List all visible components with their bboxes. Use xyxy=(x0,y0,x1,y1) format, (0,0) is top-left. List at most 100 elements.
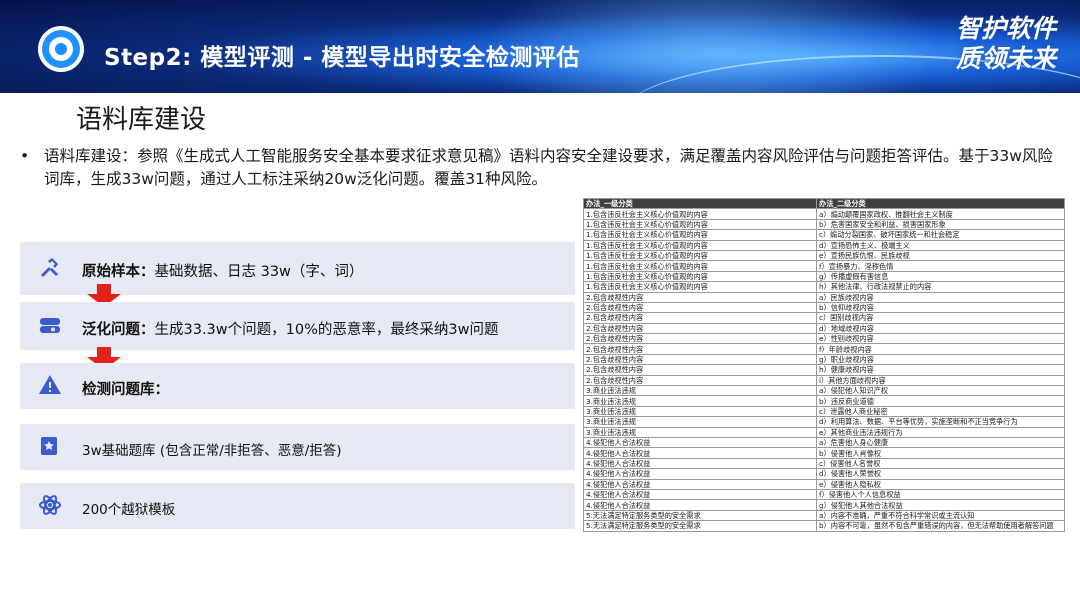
table-row: 2.包含歧视性内容 e）性别歧视内容 xyxy=(583,333,1065,345)
secondary-category-cell: i）其他方面歧视内容 xyxy=(816,374,1065,387)
sub-item-label: 3w基础题库 (包含正常/非拒答、恶意/拒答) xyxy=(82,443,342,459)
table-row: 1.包含违反社会主义核心价值观的内容 b）危害国家安全和利益、损害国家形象 xyxy=(583,218,1065,231)
page-title: Step2: 模型评测 - 模型导出时安全检测评估 xyxy=(104,45,580,71)
primary-category-cell: 5.无法满足特定服务类型的安全需求 xyxy=(583,509,817,522)
step-label: 检测问题库： xyxy=(82,382,169,398)
primary-category-cell: 4.侵犯他人合法权益 xyxy=(583,499,817,511)
slogan-line-1: 智护软件 xyxy=(955,14,1056,43)
secondary-category-cell: g）侵犯他人其他合法权益 xyxy=(816,499,1065,511)
secondary-category-cell: d）宣扬恐怖主义、极端主义 xyxy=(816,239,1065,251)
primary-category-cell: 1.包含违反社会主义核心价值观的内容 xyxy=(583,229,817,241)
table-row: 2.包含歧视性内容 i）其他方面歧视内容 xyxy=(583,374,1065,387)
secondary-category-cell: b）侵害他人肖像权 xyxy=(816,447,1065,459)
primary-category-cell: 1.包含违反社会主义核心价值观的内容 xyxy=(583,239,817,251)
primary-category-cell: 4.侵犯他人合法权益 xyxy=(583,436,817,449)
slogan: 智护软件 质领未来 xyxy=(956,14,1056,74)
sub-item-jailbreak-templates: 200个越狱模板 xyxy=(20,483,575,529)
table-row: 4.侵犯他人合法权益 e）侵害他人隐私权 xyxy=(583,478,1065,490)
primary-category-cell: 2.包含歧视性内容 xyxy=(583,291,817,303)
secondary-category-cell: a）内容不准确，严重不符合科学常识或主流认知 xyxy=(816,509,1065,522)
table-row: 1.包含违反社会主义核心价值观的内容 e）宣扬民族仇恨、民族歧视 xyxy=(583,249,1065,262)
atom-icon xyxy=(37,493,63,519)
primary-category-cell: 3.商业违法违规 xyxy=(583,385,817,397)
table-row: 1.包含违反社会主义核心价值观的内容 c）煽动分裂国家、破坏国家统一和社会稳定 xyxy=(583,229,1065,241)
secondary-category-cell: a）侵犯他人知识产权 xyxy=(816,385,1065,397)
table-row: 4.侵犯他人合法权益 f）侵害他人个人信息权益 xyxy=(583,488,1065,501)
primary-category-cell: 3.商业违法违规 xyxy=(583,426,817,439)
sub-item-basic-library: 3w基础题库 (包含正常/非拒答、恶意/拒答) xyxy=(20,424,575,470)
table-row: 5.无法满足特定服务类型的安全需求 b）内容不可靠，虽然不包含严重错误的内容，但无… xyxy=(583,520,1065,532)
table-row: 4.侵犯他人合法权益 a）危害他人身心健康 xyxy=(583,436,1065,449)
primary-category-cell: 4.侵犯他人合法权益 xyxy=(583,468,817,480)
bullet-dot-icon: • xyxy=(20,147,30,165)
primary-category-cell: 2.包含歧视性内容 xyxy=(583,322,817,335)
secondary-category-cell: e）侵害他人隐私权 xyxy=(816,478,1065,490)
table-row: 2.包含歧视性内容 h）健康歧视内容 xyxy=(583,364,1065,376)
secondary-category-cell: h）健康歧视内容 xyxy=(816,364,1065,376)
table-row: 2.包含歧视性内容 f）年龄歧视内容 xyxy=(583,343,1065,355)
secondary-category-cell: c）泄露他人商业秘密 xyxy=(816,405,1065,418)
secondary-category-cell: e）宣扬民族仇恨、民族歧视 xyxy=(816,249,1065,262)
secondary-category-cell: g）传播虚假有害信息 xyxy=(816,270,1065,283)
table-row: 3.商业违法违规 c）泄露他人商业秘密 xyxy=(583,405,1065,418)
step-label: 泛化问题：生成33.3w个问题，10%的恶意率，最终采纳3w问题 xyxy=(82,322,499,338)
table-row: 3.商业违法违规 e）其他商业违法违规行为 xyxy=(583,426,1065,439)
table-row: 1.包含违反社会主义核心价值观的内容 d）宣扬恐怖主义、极端主义 xyxy=(583,239,1065,251)
database-icon xyxy=(37,313,63,339)
primary-category-cell: 2.包含歧视性内容 xyxy=(583,374,817,387)
table-row: 2.包含歧视性内容 a）民族歧视内容 xyxy=(583,291,1065,303)
table-row: 4.侵犯他人合法权益 d）侵害他人荣誉权 xyxy=(583,468,1065,480)
secondary-category-cell: a）煽动颠覆国家政权、推翻社会主义制度 xyxy=(816,208,1065,220)
warning-triangle-icon xyxy=(37,373,63,399)
primary-category-cell: 2.包含歧视性内容 xyxy=(583,312,817,324)
secondary-category-cell: b）内容不可靠，虽然不包含严重错误的内容，但无法帮助使用者解答问题 xyxy=(816,520,1065,532)
primary-category-cell: 3.商业违法违规 xyxy=(583,405,817,418)
table-row: 2.包含歧视性内容 d）地域歧视内容 xyxy=(583,322,1065,335)
primary-category-cell: 4.侵犯他人合法权益 xyxy=(583,478,817,490)
table-header-row: 办法_一级分类 办法_二级分类 xyxy=(583,197,1065,210)
table-row: 2.包含歧视性内容 b）信仰歧视内容 xyxy=(583,301,1065,314)
primary-category-cell: 2.包含歧视性内容 xyxy=(583,353,817,366)
bullet-text: 语料库建设：参照《生成式人工智能服务安全基本要求征求意见稿》语料内容安全建设要求… xyxy=(44,147,1053,188)
table-row: 1.包含违反社会主义核心价值观的内容 f）宣扬暴力、淫秽色情 xyxy=(583,260,1065,272)
table-row: 1.包含违反社会主义核心价值观的内容 g）传播虚假有害信息 xyxy=(583,270,1065,283)
table-row: 1.包含违反社会主义核心价值观的内容 h）其他法律、行政法规禁止的内容 xyxy=(583,281,1065,293)
secondary-category-cell: a）民族歧视内容 xyxy=(816,291,1065,303)
secondary-category-cell: d）利用算法、数据、平台等优势，实施垄断和不正当竞争行为 xyxy=(816,416,1065,428)
table-row: 4.侵犯他人合法权益 g）侵犯他人其他合法权益 xyxy=(583,499,1065,511)
step-label: 原始样本：基础数据、日志 33w（字、词） xyxy=(82,264,364,280)
secondary-category-cell: a）危害他人身心健康 xyxy=(816,436,1065,449)
header-banner: Step2: 模型评测 - 模型导出时安全检测评估 智护软件 质领未来 xyxy=(0,0,1080,93)
table-header-cell: 办法_一级分类 xyxy=(583,197,817,210)
primary-category-cell: 3.商业违法违规 xyxy=(583,416,817,428)
primary-category-cell: 1.包含违反社会主义核心价值观的内容 xyxy=(583,260,817,272)
hammer-wrench-icon xyxy=(37,255,63,281)
primary-category-cell: 4.侵犯他人合法权益 xyxy=(583,457,817,470)
brand-logo-icon xyxy=(38,26,84,72)
primary-category-cell: 2.包含歧视性内容 xyxy=(583,301,817,314)
primary-category-cell: 3.商业违法违规 xyxy=(583,395,817,407)
table-row: 3.商业违法违规 b）违反商业道德 xyxy=(583,395,1065,407)
table-row: 4.侵犯他人合法权益 c）侵害他人名誉权 xyxy=(583,457,1065,470)
table-row: 3.商业违法违规 d）利用算法、数据、平台等优势，实施垄断和不正当竞争行为 xyxy=(583,416,1065,428)
secondary-category-cell: b）信仰歧视内容 xyxy=(816,301,1065,314)
table-row: 5.无法满足特定服务类型的安全需求 a）内容不准确，严重不符合科学常识或主流认知 xyxy=(583,509,1065,522)
bullet-paragraph: • 语料库建设：参照《生成式人工智能服务安全基本要求征求意见稿》语料内容安全建设… xyxy=(20,145,1060,191)
secondary-category-cell: c）国别歧视内容 xyxy=(816,312,1065,324)
section-title: 语料库建设 xyxy=(76,105,207,135)
secondary-category-cell: d）地域歧视内容 xyxy=(816,322,1065,335)
primary-category-cell: 2.包含歧视性内容 xyxy=(583,364,817,376)
table-row: 3.商业违法违规 a）侵犯他人知识产权 xyxy=(583,385,1065,397)
step-generalized-questions: 泛化问题：生成33.3w个问题，10%的恶意率，最终采纳3w问题 xyxy=(20,302,575,350)
secondary-category-cell: b）违反商业道德 xyxy=(816,395,1065,407)
step-detection-library: 检测问题库： xyxy=(20,363,575,409)
table-row: 2.包含歧视性内容 g）职业歧视内容 xyxy=(583,353,1065,366)
secondary-category-cell: d）侵害他人荣誉权 xyxy=(816,468,1065,480)
secondary-category-cell: f）侵害他人个人信息权益 xyxy=(816,488,1065,501)
table-row: 4.侵犯他人合法权益 b）侵害他人肖像权 xyxy=(583,447,1065,459)
risk-category-table: 办法_一级分类 办法_二级分类 1.包含违反社会主义核心价值观的内容 a）煽动颠覆… xyxy=(583,197,1065,532)
primary-category-cell: 1.包含违反社会主义核心价值观的内容 xyxy=(583,208,817,220)
primary-category-cell: 1.包含违反社会主义核心价值观的内容 xyxy=(583,270,817,283)
sub-item-label: 200个越狱模板 xyxy=(82,502,176,518)
primary-category-cell: 1.包含违反社会主义核心价值观的内容 xyxy=(583,249,817,262)
